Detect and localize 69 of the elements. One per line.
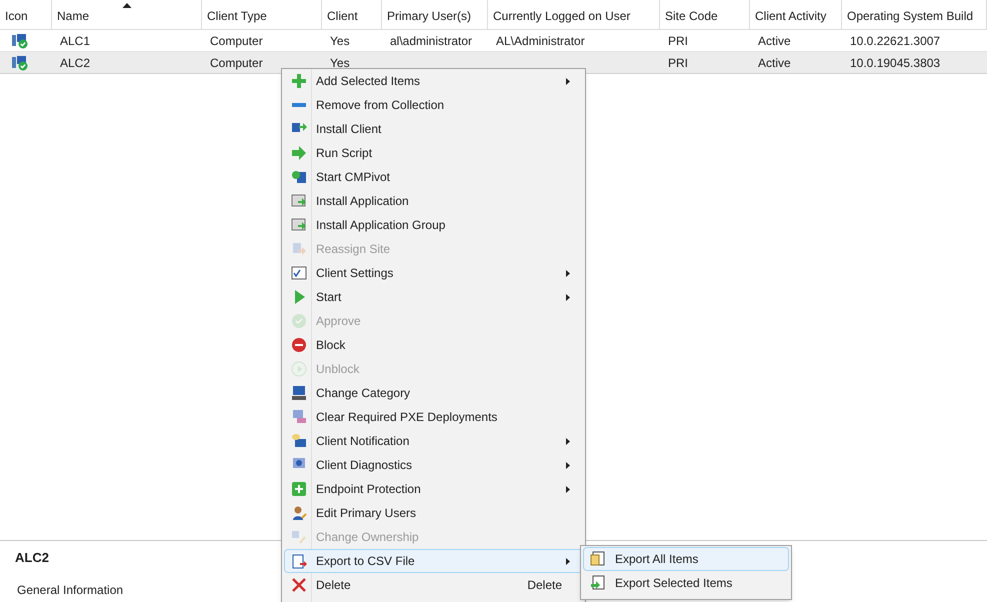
export-icon <box>590 575 606 591</box>
menu-item[interactable]: Export to CSV File <box>284 549 583 573</box>
column-header[interactable]: Client Activity <box>750 0 842 29</box>
menu-item-icon <box>290 553 306 569</box>
menu-item[interactable]: Endpoint Protection <box>284 477 583 501</box>
menu-item[interactable]: Block <box>284 333 583 357</box>
details-title: ALC2 <box>15 550 49 566</box>
table-cell-text: PRI <box>668 32 688 50</box>
menu-item[interactable]: Client Diagnostics <box>284 453 583 477</box>
table-cell-text: ALC1 <box>60 32 90 50</box>
column-header[interactable]: Operating System Build <box>842 0 987 29</box>
menu-item-icon <box>290 265 306 281</box>
menu-item-icon <box>290 73 306 89</box>
menu-item[interactable]: Export Selected Items <box>583 571 789 595</box>
menu-item[interactable]: Start CMPivot <box>284 165 583 189</box>
computer-shield-icon <box>11 54 29 70</box>
table-cell-text: PRI <box>668 54 688 72</box>
menu-item-icon <box>290 337 306 353</box>
table-cell-text: 10.0.19045.3803 <box>850 54 940 72</box>
menu-item-icon <box>290 193 306 209</box>
table-cell-text: ALC2 <box>60 54 90 72</box>
column-header[interactable]: Name <box>52 0 202 29</box>
column-header[interactable]: Client Type <box>202 0 322 29</box>
column-header[interactable]: Icon <box>0 0 52 29</box>
menu-item-icon <box>290 361 306 377</box>
table-cell-text: Active <box>758 32 791 50</box>
table-cell-text: AL\Administrator <box>496 32 585 50</box>
table-cell-text: Yes <box>330 54 350 72</box>
section-heading: General Information <box>16 583 124 597</box>
sort-arrow-icon <box>122 3 131 8</box>
menu-item-icon <box>290 145 306 161</box>
menu-item[interactable]: Remove from Collection <box>284 93 583 117</box>
computer-shield-icon <box>11 32 29 48</box>
column-header[interactable]: Site Code <box>660 0 750 29</box>
table-cell-text: Yes <box>330 32 350 50</box>
menu-item[interactable]: Export All Items <box>583 547 789 571</box>
shortcut-label: Delete <box>527 577 562 594</box>
table-cell-text: al\administrator <box>390 32 472 50</box>
menu-item-icon <box>290 241 306 257</box>
menu-item[interactable]: Install Application <box>284 189 583 213</box>
menu-item-icon <box>290 409 306 425</box>
menu-item-icon <box>290 433 306 449</box>
table-cell-text: Computer <box>210 54 263 72</box>
menu-item[interactable]: Install Application Group <box>284 213 583 237</box>
menu-item[interactable]: Client Notification <box>284 429 583 453</box>
table-cell-text: Computer <box>210 32 263 50</box>
table-row[interactable]: ALC2 Computer Yes PRI Active 10.0.19045.3803 <box>0 52 987 74</box>
table-cell-text: 10.0.22621.3007 <box>850 32 940 50</box>
menu-item[interactable]: Client Settings <box>284 261 583 285</box>
menu-item-icon <box>290 217 306 233</box>
column-header[interactable]: Currently Logged on User <box>488 0 660 29</box>
menu-item[interactable]: Run Script <box>284 141 583 165</box>
column-header[interactable]: Primary User(s) <box>382 0 488 29</box>
menu-item-icon <box>290 505 306 521</box>
export-icon <box>590 551 606 567</box>
menu-item-icon <box>290 529 306 545</box>
menu-item-icon <box>290 169 306 185</box>
menu-item[interactable]: Install Client <box>284 117 583 141</box>
menu-item-icon <box>290 481 306 497</box>
menu-item[interactable]: Delete Delete <box>284 573 583 597</box>
menu-item-icon <box>290 385 306 401</box>
menu-item[interactable]: Change Category <box>284 381 583 405</box>
menu-item-icon <box>290 577 306 593</box>
menu-item-icon <box>290 313 306 329</box>
menu-item[interactable]: Start <box>284 285 583 309</box>
table-cell-text: Active <box>758 54 791 72</box>
menu-item[interactable]: Edit Primary Users <box>284 501 583 525</box>
column-header[interactable]: Client <box>322 0 382 29</box>
menu-item[interactable]: Clear Required PXE Deployments <box>284 405 583 429</box>
